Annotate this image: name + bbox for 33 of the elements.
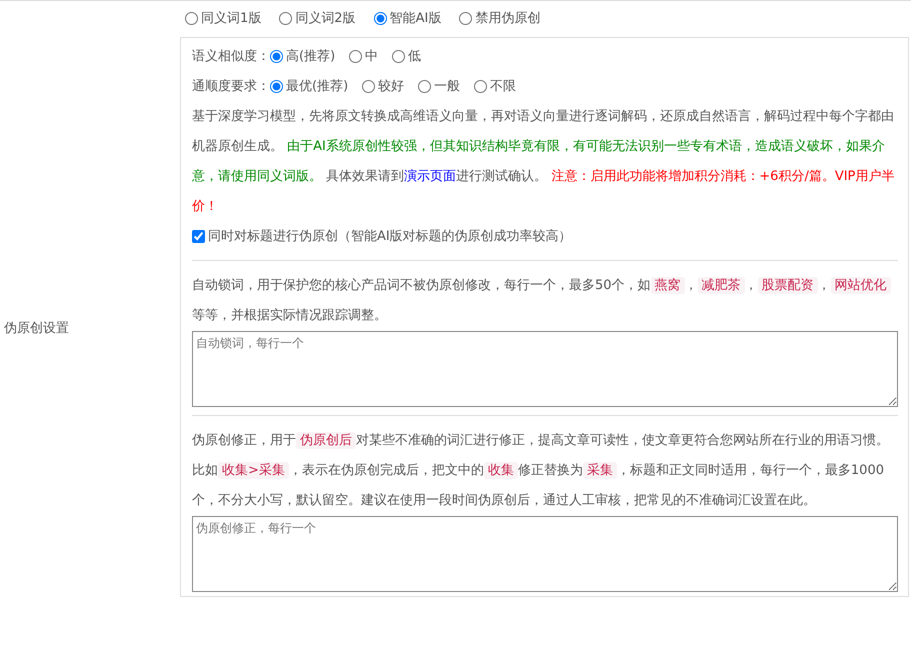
- field-label: 通顺度要求：: [192, 78, 270, 96]
- section-label: 伪原创设置: [4, 321, 69, 336]
- checkbox-label[interactable]: 同时对标题进行伪原创（智能AI版对标题的伪原创成功率较高）: [208, 226, 572, 246]
- radio-button[interactable]: [418, 80, 432, 93]
- radio-label[interactable]: 低: [408, 46, 422, 66]
- radio-button[interactable]: [279, 12, 292, 26]
- lock-words-description: 自动锁词，用于保护您的核心产品词不被伪原创修改，每行一个，最多50个，如 燕窝 ， 减肥茶 ， 股票配资 ， 网站优化 等等，并根据实际情况跟踪调整。: [192, 270, 898, 330]
- radio-button[interactable]: [392, 50, 406, 63]
- description-text: 基于深度学习模型，先将原文转换成高维语义向量，再对语义向量进行逐词解码，还原成自然语言，解码过程中每个字都由机器原创生成。 由于AI系统原创性较强，但其知识结构毕竟有限，有可能无法识别一些专有术语，造成语义破坏，如果介意，请使用同义词版。 具体效果请到演示页面进行测试确认。 注意：启用此功能将增加积分消耗：+6积分/篇。VIP用户半价！: [192, 108, 896, 216]
- checkbox[interactable]: [192, 230, 205, 243]
- field-label: 语义相似度：: [192, 48, 270, 66]
- radio-label[interactable]: 智能AI版: [390, 9, 442, 28]
- radio-label[interactable]: 中: [365, 46, 378, 66]
- radio-button[interactable]: [270, 80, 283, 93]
- radio-label[interactable]: 同义词1版: [201, 9, 262, 28]
- radio-label[interactable]: 禁用伪原创: [475, 9, 540, 28]
- radio-label[interactable]: 一般: [434, 76, 460, 96]
- radio-button[interactable]: [459, 12, 472, 26]
- lock-words-field[interactable]: 自动锁词，每行一个: [192, 330, 898, 406]
- radio-button[interactable]: [349, 50, 362, 63]
- radio-button[interactable]: [474, 80, 488, 93]
- corrections-description: 伪原创修正，用于 伪原创后 对某些不准确的词汇进行修正，提高文章可读性，使文章更符合您网站所在行业的用语习惯。比如 收集>采集 ，表示在伪原创完成后，把文中的 收集 修正替换为 采集 ，标题和正文同时适用，每行一个，最多1000个，不分大小写，默认留空。建议在使用一段时间伪原创后，通过人工审核，把常见的不准确词汇设置在此。: [192, 430, 890, 510]
- radio-label[interactable]: 最优(推荐): [286, 76, 348, 96]
- demo-link[interactable]: 演示页面: [404, 168, 456, 184]
- radio-label[interactable]: 高(推荐): [286, 46, 336, 66]
- radio-button[interactable]: [374, 12, 387, 26]
- radio-button[interactable]: [270, 50, 283, 63]
- radio-label[interactable]: 不限: [490, 76, 516, 96]
- radio-label[interactable]: 同义词2版: [295, 9, 356, 28]
- radio-button[interactable]: [362, 80, 376, 93]
- radio-button[interactable]: [185, 12, 198, 26]
- radio-label[interactable]: 较好: [378, 76, 404, 96]
- corrections-field[interactable]: 伪原创修正，每行一个: [192, 516, 898, 592]
